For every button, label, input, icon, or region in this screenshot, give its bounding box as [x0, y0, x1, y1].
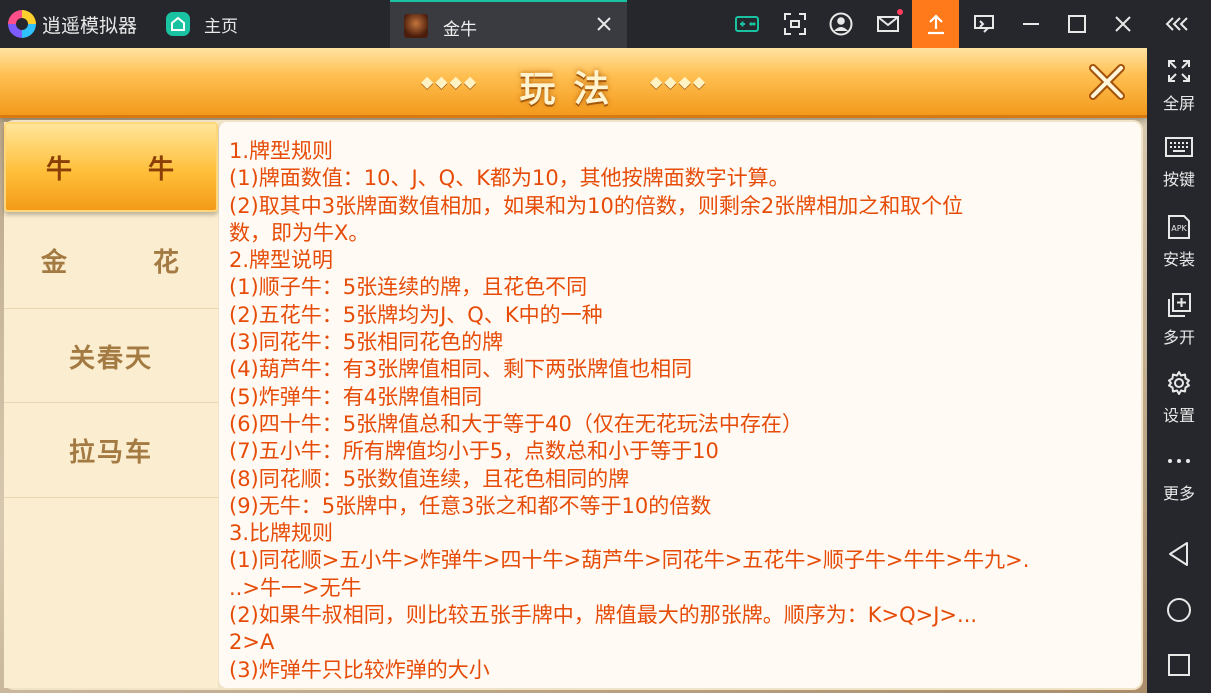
more-icon: [1168, 459, 1190, 463]
rule-line: (2)如果牛叔相同，则比较五张手牌中，牌值最大的那张牌。顺序为：K>Q>J>..…: [229, 603, 978, 628]
close-rules-button[interactable]: [1083, 58, 1131, 106]
category-tab-lamache[interactable]: 拉马车: [4, 404, 218, 498]
more-button[interactable]: 更多: [1147, 438, 1211, 508]
home-icon: [166, 12, 190, 36]
rule-line: (1)顺子牛：5张连续的牌，且花色不同: [229, 275, 588, 300]
back-icon[interactable]: [1165, 540, 1193, 568]
notification-dot: [897, 9, 903, 15]
home-nav-icon[interactable]: [1165, 596, 1193, 624]
sidebar-item-label: 设置: [1162, 406, 1195, 425]
gamepad-icon[interactable]: [735, 12, 759, 36]
game-screen: ◆◆◆◆ ◆◆◆◆ 玩法 牛 牛 金 花 关春天 拉马车 1.牌型规则 (1)牌…: [0, 48, 1147, 693]
rule-line: 2.牌型说明: [229, 248, 334, 273]
collapse-toolbar-icon[interactable]: [1164, 12, 1192, 36]
rule-line: (1)同花顺>五小牛>炸弹牛>四十牛>葫芦牛>同花牛>五花牛>顺子牛>牛牛>牛九…: [229, 548, 1030, 573]
title-bar: 逍遥模拟器 主页 金牛: [0, 0, 1211, 48]
rule-line: (5)炸弹牛：有4张牌值相同: [229, 384, 483, 409]
tab-game-label: 金牛: [443, 20, 477, 40]
emulator-toolbar: 全屏 按键 APK 安装 多开 设置 更多: [1147, 48, 1211, 693]
rule-category-list: 牛 牛 金 花 关春天 拉马车: [4, 122, 218, 688]
page-title: 玩法: [519, 69, 628, 110]
rules-text: 1.牌型规则 (1)牌面数值：10、J、Q、K都为10，其他按牌面数字计算。 (…: [229, 138, 1133, 684]
settings-button[interactable]: 设置: [1147, 360, 1211, 430]
category-tab-niuniu[interactable]: 牛 牛: [4, 122, 218, 212]
home-tab-label: 主页: [204, 16, 238, 37]
upload-button[interactable]: [912, 0, 959, 48]
app-name: 逍遥模拟器: [42, 14, 138, 37]
category-tab-guanchuntian[interactable]: 关春天: [4, 310, 218, 403]
rule-line: (6)四十牛：5张牌值总和大于等于40（仅在无花玩法中存在）: [229, 411, 803, 436]
keymap-button[interactable]: 按键: [1147, 126, 1211, 196]
category-tab-jinhua[interactable]: 金 花: [4, 213, 218, 309]
close-window-icon[interactable]: [1111, 12, 1135, 36]
maximize-icon[interactable]: [1065, 12, 1089, 36]
rules-text-scroll[interactable]: 1.牌型规则 (1)牌面数值：10、J、Q、K都为10，其他按牌面数字计算。 (…: [219, 122, 1141, 688]
apk-text: APK: [1171, 224, 1187, 233]
rule-line: 3.比牌规则: [229, 521, 334, 546]
game-thumbnail-icon: [404, 14, 428, 38]
rule-line: (9)无牛：5张牌中，任意3张之和都不等于10的倍数: [229, 493, 712, 518]
rule-line: (2)五花牛：5张牌均为J、Q、K中的一种: [229, 302, 603, 327]
emulator-logo-icon: [8, 10, 36, 38]
rule-line: 数，即为牛X。: [229, 220, 370, 245]
sidebar-item-label: 更多: [1162, 484, 1195, 503]
keyboard-icon: [1165, 137, 1193, 157]
category-label: 金 花: [41, 248, 181, 278]
upload-icon: [927, 14, 944, 35]
sidebar-item-label: 多开: [1162, 328, 1195, 347]
sidebar-item-label: 安装: [1162, 250, 1195, 269]
mail-button[interactable]: [876, 9, 903, 36]
gear-icon: [1168, 371, 1190, 395]
rule-line: 2>A: [229, 630, 275, 655]
rule-line: 1.牌型规则: [229, 139, 334, 163]
fullscreen-button[interactable]: 全屏: [1147, 48, 1211, 118]
install-apk-button[interactable]: APK 安装: [1147, 204, 1211, 274]
rule-line: (8)同花顺：5张数值连续，且花色相同的牌: [229, 466, 630, 491]
category-label: 牛 牛: [46, 154, 176, 185]
rule-line: (3)同花牛：5张相同花色的牌: [229, 330, 504, 355]
minimize-icon[interactable]: [1019, 12, 1043, 36]
category-label: 拉马车: [68, 438, 153, 468]
account-icon[interactable]: [829, 12, 853, 36]
category-label: 关春天: [68, 343, 153, 374]
tab-game[interactable]: 金牛: [390, 0, 627, 48]
apk-install-icon: APK: [1168, 215, 1190, 239]
rule-line: (2)取其中3张牌面数值相加，如果和为10的倍数，则剩余2张牌相加之和取个位: [229, 193, 964, 218]
home-tab[interactable]: 主页: [166, 9, 238, 39]
emulator-window: 逍遥模拟器 主页 金牛 ◆◆◆◆ ◆◆◆◆ 玩法 牛 牛 金 花 关春天 拉马车…: [0, 0, 1211, 693]
rule-line: ..>牛一>无牛: [229, 575, 362, 600]
sidebar-item-label: 按键: [1162, 170, 1195, 189]
multi-instance-icon: [1168, 293, 1191, 317]
rules-header: ◆◆◆◆ ◆◆◆◆ 玩法: [0, 48, 1147, 118]
app-brand[interactable]: 逍遥模拟器: [8, 9, 137, 39]
rule-line: (3)炸弹牛只比较炸弹的大小: [229, 657, 490, 682]
sidebar-item-label: 全屏: [1162, 94, 1195, 113]
fullscreen-icon: [1168, 60, 1190, 82]
sidebar-toggle-icon[interactable]: [972, 12, 996, 36]
screenshot-icon[interactable]: [783, 12, 807, 36]
rule-line: (4)葫芦牛：有3张牌值相同、剩下两张牌值也相同: [229, 357, 693, 382]
mail-icon: [877, 16, 899, 32]
tab-close-icon[interactable]: [593, 13, 615, 35]
rule-line: (1)牌面数值：10、J、Q、K都为10，其他按牌面数字计算。: [229, 166, 790, 191]
multi-instance-button[interactable]: 多开: [1147, 282, 1211, 352]
rule-line: (7)五小牛：所有牌值均小于5，点数总和小于等于10: [229, 439, 719, 464]
recent-apps-icon[interactable]: [1165, 651, 1193, 679]
